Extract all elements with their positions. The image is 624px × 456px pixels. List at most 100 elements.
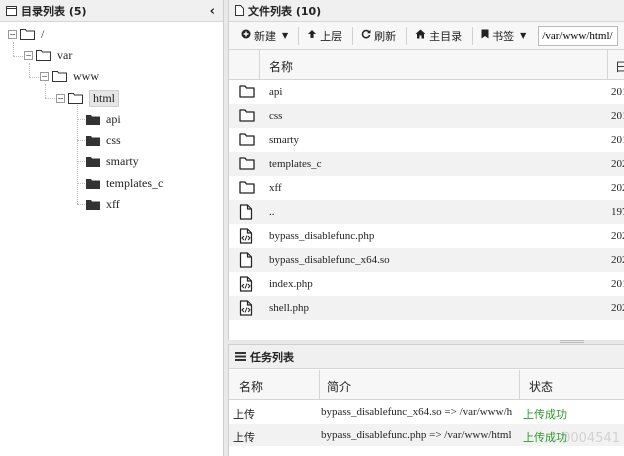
up-button[interactable]: 上层 <box>301 25 348 47</box>
file-row[interactable]: api 201 <box>229 80 624 104</box>
file-row[interactable]: css 201 <box>229 104 624 128</box>
home-button-label: 主目录 <box>429 29 463 43</box>
file-date: 197 <box>611 206 624 218</box>
file-panel: 文件列表 (10) 新建 ▼ 上层 刷新 主目录 书签 ▼ /var/www/h… <box>228 0 624 340</box>
tree-node-css[interactable]: css <box>86 131 121 149</box>
directory-panel: 目录列表 (5) ‹ − / − var − www − html api cs… <box>0 0 224 456</box>
file-row[interactable]: bypass_disablefunc_x64.so 202 <box>229 248 624 272</box>
tree-connector <box>77 204 85 205</box>
column-header-date[interactable]: 日 <box>615 58 624 75</box>
tree-node-smarty[interactable]: smarty <box>86 152 139 170</box>
tree-node-label: api <box>106 111 121 126</box>
file-toolbar: 新建 ▼ 上层 刷新 主目录 书签 ▼ /var/www/html/ <box>229 22 624 50</box>
folder-outline-icon <box>239 156 255 173</box>
tree-node-html[interactable]: − html <box>56 89 120 107</box>
tree-toggle[interactable]: − <box>8 29 17 39</box>
toolbar-divider <box>352 26 354 45</box>
tree-connector <box>77 161 85 162</box>
file-row[interactable]: bypass_disablefunc.php 202 <box>229 224 624 248</box>
tree-node-label: var <box>57 47 73 62</box>
task-desc: bypass_disablefunc.php => /var/www/html <box>321 429 512 441</box>
column-divider <box>519 370 520 400</box>
task-status: 上传成功 <box>523 431 567 444</box>
column-header-name[interactable]: 名称 <box>239 378 263 395</box>
file-row[interactable]: xff 202 <box>229 176 624 200</box>
tree-toggle[interactable]: − <box>24 50 33 60</box>
tree-node-xff[interactable]: xff <box>86 195 120 213</box>
tree-node-label: smarty <box>106 153 139 168</box>
column-header-desc[interactable]: 简介 <box>327 378 351 395</box>
home-icon <box>415 29 426 42</box>
task-panel: 任务列表 名称 简介 状态 上传 bypass_disablefunc_x64.… <box>228 344 624 456</box>
tree-node-label: css <box>106 132 121 147</box>
refresh-icon <box>361 29 371 42</box>
column-header-status[interactable]: 状态 <box>529 378 553 395</box>
file-name: bypass_disablefunc_x64.so <box>269 254 390 266</box>
refresh-button[interactable]: 刷新 <box>355 25 402 47</box>
tree-connector <box>29 63 30 77</box>
tree-toggle[interactable]: − <box>56 93 65 103</box>
tree-node-label: www <box>73 68 99 83</box>
arrow-up-icon <box>307 29 317 42</box>
bookmark-button-label: 书签 <box>492 29 515 43</box>
home-button[interactable]: 主目录 <box>409 25 468 47</box>
tree-connector <box>45 84 46 98</box>
task-row[interactable]: 上传 bypass_disablefunc.php => /var/www/ht… <box>229 424 624 446</box>
task-grid-header: 名称 简介 状态 <box>229 370 624 400</box>
folder-open-icon <box>20 28 35 40</box>
new-button[interactable]: 新建 ▼ <box>235 25 294 47</box>
file-date: 202 <box>611 302 624 314</box>
tree-node-root[interactable]: − / <box>8 25 44 43</box>
folder-open-icon <box>68 92 83 104</box>
folder-closed-icon <box>86 135 100 146</box>
file-panel-title: 文件列表 (10) <box>248 4 322 18</box>
path-input[interactable] <box>538 25 619 46</box>
tree-node-www[interactable]: − www <box>40 67 99 85</box>
tree-node-label: / <box>41 26 45 41</box>
new-button-label: 新建 <box>254 29 276 43</box>
file-date: 202 <box>611 182 624 194</box>
file-date: 202 <box>611 158 624 170</box>
window-icon <box>6 5 17 16</box>
task-row[interactable]: 上传 bypass_disablefunc_x64.so => /var/www… <box>229 401 624 423</box>
file-code-icon <box>239 276 253 295</box>
caret-down-icon: ▼ <box>282 31 289 40</box>
tree-node-label: html <box>89 89 120 107</box>
task-panel-title: 任务列表 <box>250 350 294 364</box>
folder-closed-icon <box>86 114 100 125</box>
file-row[interactable]: index.php 201 <box>229 272 624 296</box>
directory-panel-header: 目录列表 (5) <box>0 0 223 22</box>
bookmark-button[interactable]: 书签 ▼ <box>475 25 532 47</box>
tree-toggle[interactable]: − <box>40 71 49 81</box>
tree-node-templates-c[interactable]: templates_c <box>86 174 163 192</box>
file-date: 201 <box>611 134 624 146</box>
folder-outline-icon <box>239 108 255 125</box>
collapse-panel-button[interactable]: ‹ <box>210 4 215 19</box>
tree-node-var[interactable]: − var <box>24 46 72 64</box>
column-header-name[interactable]: 名称 <box>269 58 293 75</box>
file-row[interactable]: templates_c 202 <box>229 152 624 176</box>
toolbar-divider <box>298 26 300 45</box>
file-panel-header: 文件列表 (10) <box>229 0 624 22</box>
file-row[interactable]: smarty 201 <box>229 128 624 152</box>
refresh-button-label: 刷新 <box>374 29 397 43</box>
file-blank-icon <box>239 204 253 223</box>
column-divider <box>259 50 260 80</box>
caret-down-icon: ▼ <box>520 31 527 40</box>
file-name: shell.php <box>269 302 310 314</box>
file-row[interactable]: .. 197 <box>229 200 624 224</box>
tree-node-api[interactable]: api <box>86 110 121 128</box>
tree-node-label: templates_c <box>106 175 164 190</box>
folder-closed-icon <box>86 156 100 167</box>
file-date: 201 <box>611 110 624 122</box>
file-row[interactable]: shell.php 202 <box>229 296 624 320</box>
folder-closed-icon <box>86 178 100 189</box>
up-button-label: 上层 <box>320 29 343 43</box>
file-name: index.php <box>269 278 313 290</box>
tree-connector <box>77 183 85 184</box>
file-blank-icon <box>239 252 253 271</box>
file-icon <box>235 5 244 16</box>
toolbar-divider <box>406 26 408 45</box>
panel-resize-handle[interactable] <box>560 340 584 343</box>
task-name: 上传 <box>233 408 255 421</box>
